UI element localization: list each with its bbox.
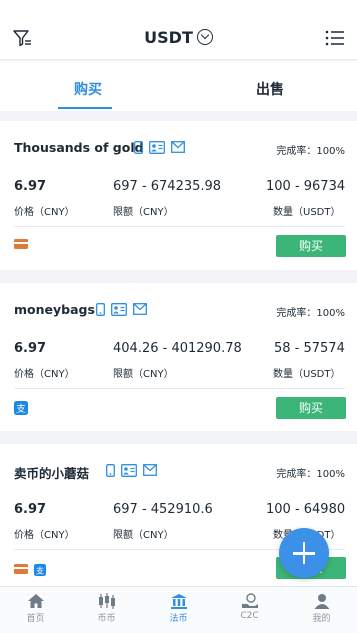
hand-coin-icon (241, 593, 258, 608)
offer-card: moneybags 完成率：100% 6.97 404.26 - 401290.… (0, 283, 357, 431)
limit-label: 限额（CNY） (113, 369, 174, 380)
user-icon (314, 594, 329, 609)
price-value: 6.97 (14, 341, 47, 356)
svg-text:支: 支 (16, 403, 26, 415)
home-icon (27, 594, 44, 608)
limit-value: 697 - 452910.6 (113, 502, 213, 517)
merchant-name[interactable]: 卖币的小蘑菇 (14, 463, 89, 482)
top-bar: USDT (0, 0, 357, 60)
alipay-icon: 支 (14, 401, 28, 415)
currency-label: USDT (144, 28, 193, 47)
price-label: 价格（CNY） (14, 207, 75, 218)
add-offer-button[interactable] (279, 528, 329, 578)
amount-value: 100 - 96734 (266, 179, 346, 194)
id-verified-icon (149, 141, 165, 154)
nav-label: 我的 (312, 614, 331, 624)
nav-mine[interactable]: 我的 (286, 587, 357, 633)
phone-verified-icon (106, 464, 115, 477)
email-verified-icon (133, 303, 147, 315)
price-label: 价格（CNY） (14, 369, 75, 380)
price-value: 6.97 (14, 502, 47, 517)
amount-value: 58 - 57574 (274, 341, 345, 356)
divider (14, 226, 345, 227)
verification-icons (134, 141, 185, 155)
currency-selector[interactable]: USDT (0, 28, 357, 47)
alipay-icon: 支 (34, 564, 46, 576)
limit-label: 限额（CNY） (113, 207, 174, 218)
limit-label: 限额（CNY） (113, 530, 174, 541)
nav-spot[interactable]: 币币 (71, 587, 142, 633)
candlestick-icon (98, 593, 115, 609)
email-verified-icon (171, 141, 185, 153)
nav-label: 币币 (97, 614, 116, 624)
completion-rate: 完成率：100% (276, 146, 345, 157)
verification-icons (106, 464, 157, 478)
id-verified-icon (111, 303, 127, 316)
svg-text:支: 支 (36, 565, 44, 575)
id-verified-icon (121, 464, 137, 477)
completion-rate: 完成率：100% (276, 469, 345, 480)
bank-card-icon (14, 239, 28, 249)
buy-button[interactable]: 购买 (276, 235, 346, 257)
nav-label: 法币 (169, 614, 188, 624)
trade-tabs: 购买 出售 (0, 61, 357, 111)
buy-button[interactable]: 购买 (276, 397, 346, 419)
bank-icon (170, 594, 187, 609)
divider (14, 388, 345, 389)
price-value: 6.97 (14, 179, 47, 194)
merchant-name[interactable]: Thousands of gold (14, 140, 144, 155)
tab-active-indicator (58, 107, 112, 109)
nav-c2c[interactable]: C2C (214, 587, 285, 633)
amount-label: 数量（USDT） (273, 207, 341, 218)
bottom-nav: 首页 币币 法币 C2C 我的 (0, 586, 357, 633)
phone-verified-icon (96, 303, 105, 316)
bank-card-icon (14, 564, 28, 574)
phone-verified-icon (134, 141, 143, 154)
tab-sell[interactable]: 出售 (256, 79, 284, 99)
verification-icons (96, 303, 147, 317)
list-menu-icon[interactable] (325, 30, 345, 46)
nav-label: C2C (240, 611, 259, 621)
nav-home[interactable]: 首页 (0, 587, 71, 633)
price-label: 价格（CNY） (14, 530, 75, 541)
payment-methods: 支 (14, 401, 28, 415)
payment-methods (14, 239, 28, 249)
amount-value: 100 - 64980 (266, 502, 346, 517)
amount-label: 数量（USDT） (273, 369, 341, 380)
completion-rate: 完成率：100% (276, 308, 345, 319)
chevron-down-icon (196, 29, 213, 45)
tab-buy[interactable]: 购买 (74, 79, 102, 99)
payment-methods: 支 (14, 564, 46, 576)
limit-value: 697 - 674235.98 (113, 179, 222, 194)
limit-value: 404.26 - 401290.78 (113, 341, 242, 356)
email-verified-icon (143, 464, 157, 476)
merchant-name[interactable]: moneybags (14, 302, 95, 317)
nav-label: 首页 (26, 614, 45, 624)
offer-card: Thousands of gold 完成率：100% 6.97 697 - 67… (0, 121, 357, 270)
nav-fiat[interactable]: 法币 (143, 587, 214, 633)
